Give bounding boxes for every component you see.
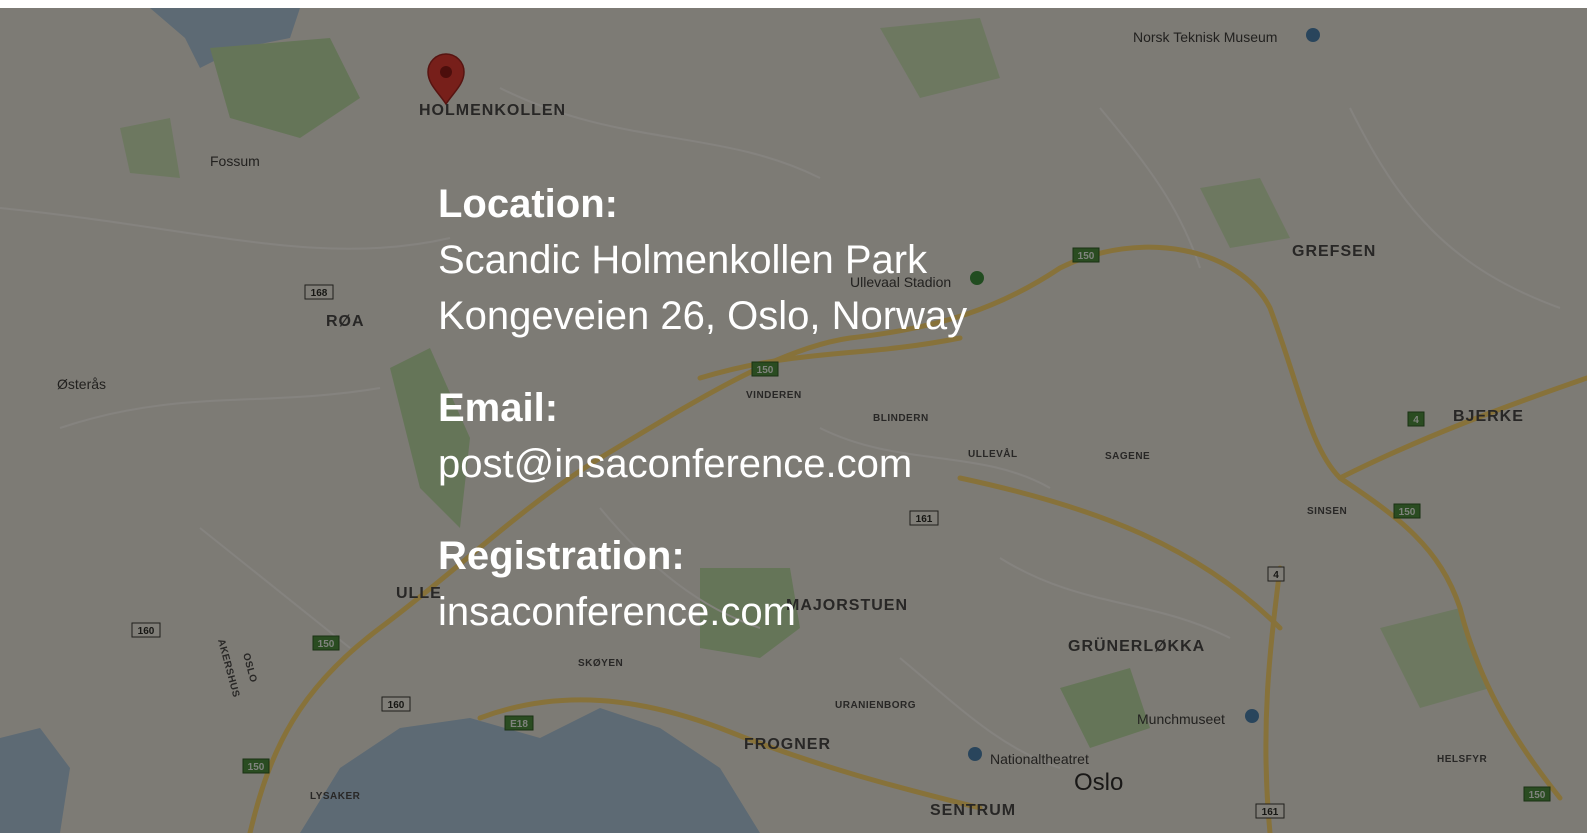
location-address: Kongeveien 26, Oslo, Norway	[438, 294, 968, 338]
location-heading: Location:	[438, 182, 618, 226]
location-block: Location: Scandic Holmenkollen Park Kong…	[438, 176, 967, 344]
map-background: 168 150 150 150 150 150 150 161 160 160 …	[0, 8, 1587, 833]
email-heading: Email:	[438, 386, 559, 430]
contact-info-panel: Location: Scandic Holmenkollen Park Kong…	[438, 176, 967, 676]
registration-block: Registration: insaconference.com	[438, 528, 967, 640]
location-venue: Scandic Holmenkollen Park	[438, 238, 928, 282]
registration-heading: Registration:	[438, 534, 685, 578]
email-link[interactable]: post@insaconference.com	[438, 436, 967, 492]
email-block: Email: post@insaconference.com	[438, 380, 967, 492]
registration-link[interactable]: insaconference.com	[438, 584, 967, 640]
